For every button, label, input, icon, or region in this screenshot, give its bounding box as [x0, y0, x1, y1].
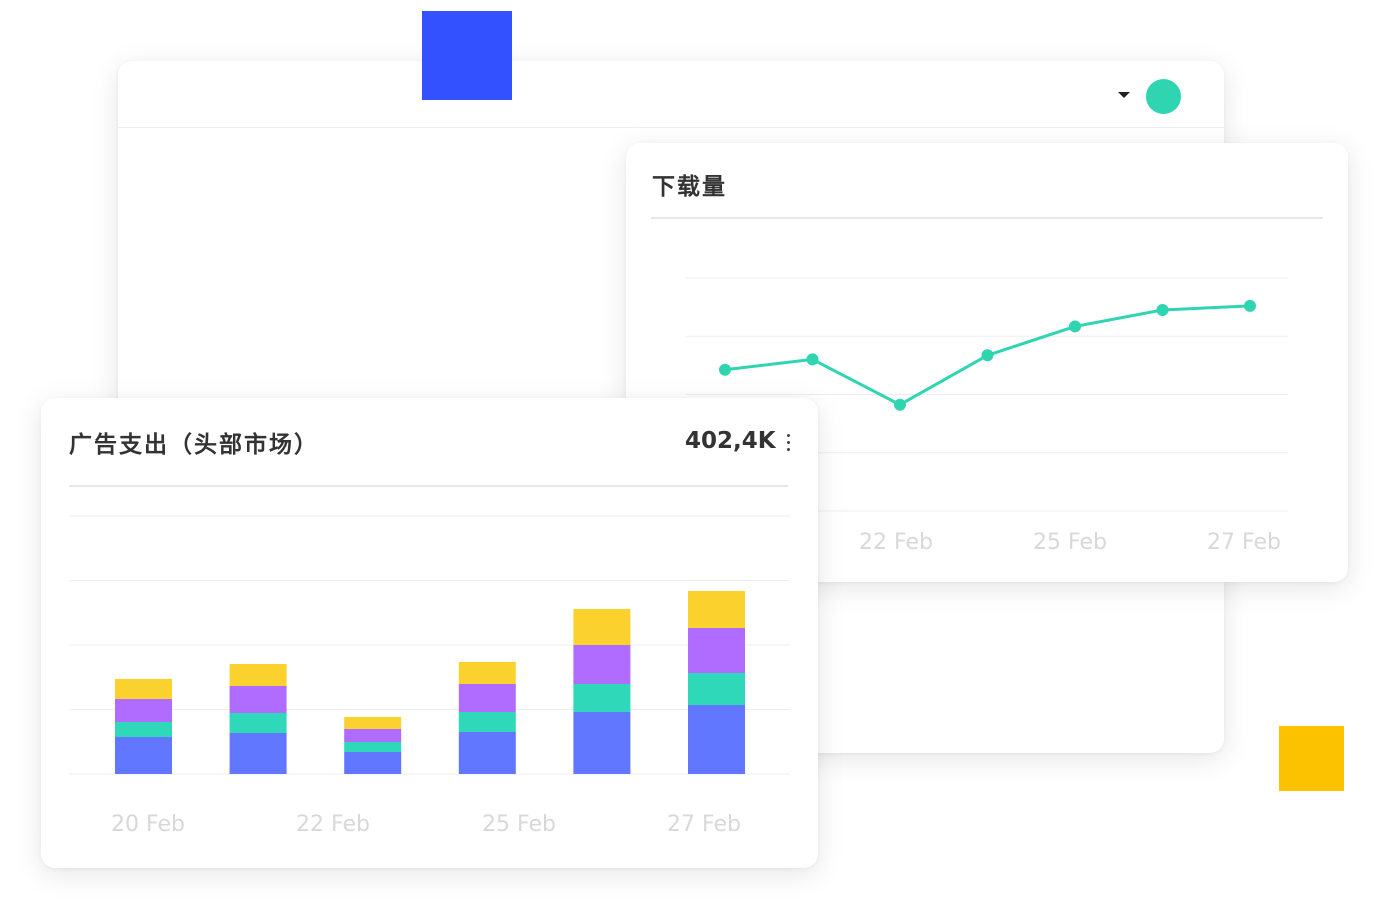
x-tick-label: 22 Feb — [859, 530, 933, 555]
data-point — [1244, 299, 1256, 312]
x-tick-label: 25 Feb — [1033, 530, 1107, 555]
ad-spend-card: 广告支出（头部市场） 402,4K 20 Feb 22 Feb 25 Feb 27 F… — [41, 398, 818, 868]
bar-segment — [115, 679, 172, 699]
bar-segment — [573, 712, 631, 774]
topbar-divider — [118, 127, 1224, 128]
bar-segment — [458, 712, 516, 732]
bar-segment — [344, 729, 402, 742]
bar-segment — [458, 662, 516, 684]
bar-segment — [344, 752, 402, 774]
bar-segment — [688, 673, 745, 705]
bar-segment — [573, 684, 631, 712]
x-tick-label: 20 Feb — [111, 812, 185, 837]
data-point — [894, 398, 906, 411]
bar-segment — [229, 686, 287, 713]
bar-segment — [115, 722, 172, 737]
bar-segment — [229, 664, 287, 686]
x-tick-label: 27 Feb — [667, 812, 741, 837]
bar-segment — [573, 645, 631, 684]
data-point — [981, 349, 994, 362]
data-point — [719, 363, 731, 376]
x-tick-label: 22 Feb — [296, 812, 370, 837]
data-point — [806, 353, 819, 366]
bar-segment — [458, 732, 516, 774]
bar-segment — [115, 737, 172, 774]
avatar[interactable] — [1146, 79, 1181, 114]
bar-segment — [688, 591, 745, 628]
bar-segment — [688, 705, 745, 774]
decorative-yellow-square — [1279, 726, 1344, 791]
x-tick-label: 27 Feb — [1207, 530, 1281, 555]
bar-segment — [688, 628, 745, 673]
ad-spend-bar-chart: 20 Feb 22 Feb 25 Feb 27 Feb — [69, 515, 790, 837]
bar-segment — [344, 742, 402, 752]
bar-segment — [229, 733, 287, 774]
dropdown-caret-icon[interactable] — [1118, 92, 1130, 98]
bar-segment — [115, 699, 172, 722]
bar-segment — [573, 609, 631, 645]
x-tick-label: 25 Feb — [482, 812, 556, 837]
bar-segment — [229, 713, 287, 733]
decorative-blue-square — [422, 11, 512, 100]
bar-segment — [458, 684, 516, 712]
data-point — [1156, 303, 1169, 316]
data-point — [1069, 320, 1081, 333]
bar-segment — [344, 717, 402, 729]
